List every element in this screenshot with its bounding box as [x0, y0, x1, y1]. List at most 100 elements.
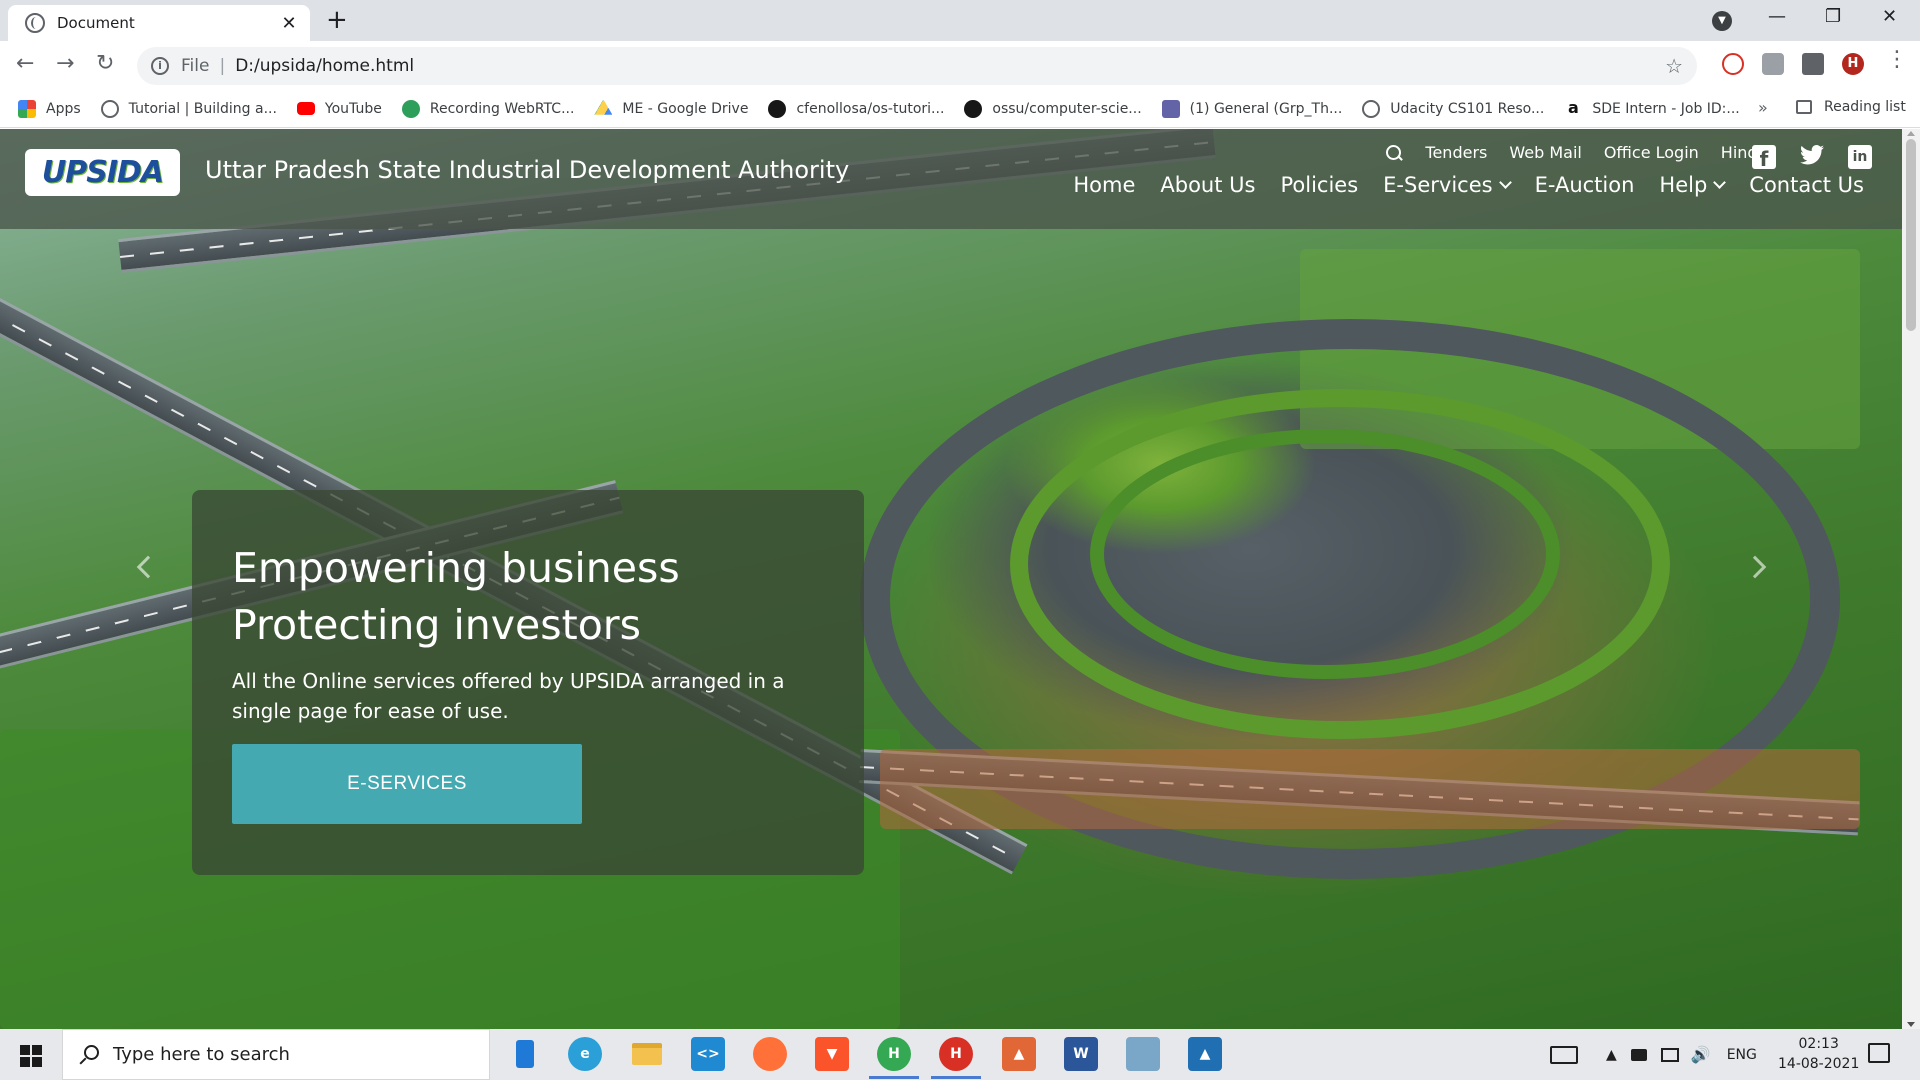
scrollbar-thumb[interactable]: [1906, 139, 1916, 331]
bookmark-tutorial[interactable]: Tutorial | Building a...: [100, 99, 277, 118]
facebook-icon[interactable]: f: [1752, 145, 1776, 171]
network-icon[interactable]: [1660, 1047, 1679, 1062]
web-mail-link[interactable]: Web Mail: [1509, 143, 1581, 162]
minimize-icon[interactable]: —: [1768, 6, 1786, 27]
info-icon[interactable]: i: [151, 57, 169, 75]
taskbar-search[interactable]: Type here to search: [62, 1029, 490, 1080]
bookmark-github-ossu[interactable]: ossu/computer-scie...: [964, 99, 1142, 118]
file-icon[interactable]: [508, 1037, 542, 1071]
close-window-icon[interactable]: ✕: [1882, 6, 1897, 27]
bookmark-webrtc[interactable]: Recording WebRTC...: [401, 99, 575, 118]
taskbar-clock[interactable]: 02:13 14-08-2021: [1778, 1034, 1859, 1074]
close-tab-icon[interactable]: ✕: [278, 13, 300, 34]
e-services-button[interactable]: E-SERVICES: [232, 744, 582, 824]
tab-title: Document: [57, 14, 135, 32]
camera-extension-icon[interactable]: [1762, 53, 1784, 75]
reading-list-icon: [1796, 100, 1812, 114]
bookmark-udacity[interactable]: Udacity CS101 Reso...: [1362, 99, 1544, 118]
firefox-icon[interactable]: [753, 1037, 787, 1071]
page-scrollbar[interactable]: [1902, 129, 1920, 1029]
github-icon: [964, 99, 983, 118]
reading-list-button[interactable]: Reading list: [1796, 99, 1906, 115]
page-viewport: UPSIDA Uttar Pradesh State Industrial De…: [0, 129, 1902, 1029]
nav-label: About Us: [1160, 173, 1256, 197]
volume-icon[interactable]: 🔊: [1691, 1045, 1711, 1064]
back-icon[interactable]: ←: [16, 51, 34, 76]
bookmark-amazon[interactable]: a SDE Intern - Job ID:...: [1564, 99, 1740, 118]
tenders-link[interactable]: Tenders: [1425, 143, 1487, 162]
windows-taskbar: Type here to search e <> ▼ H H ▲ W ▲ ▲ 🔊…: [0, 1029, 1920, 1080]
bookmark-label: cfenollosa/os-tutori...: [796, 100, 945, 117]
nav-e-auction[interactable]: E-Auction: [1535, 173, 1635, 197]
record-extension-icon[interactable]: [1722, 53, 1744, 75]
extensions-puzzle-icon[interactable]: [1802, 53, 1824, 75]
file-explorer-icon[interactable]: [630, 1037, 664, 1071]
bookmark-apps[interactable]: Apps: [18, 99, 81, 118]
language-indicator[interactable]: ENG: [1727, 1047, 1757, 1063]
notepad-icon[interactable]: [1126, 1037, 1160, 1071]
chrome-h-active-icon[interactable]: H: [931, 1037, 981, 1079]
linkedin-icon[interactable]: in: [1848, 145, 1872, 169]
bookmark-youtube[interactable]: YouTube: [296, 101, 382, 117]
battery-icon[interactable]: [1630, 1048, 1647, 1061]
bookmark-star-icon[interactable]: ☆: [1665, 54, 1683, 78]
apps-grid-icon: [18, 99, 36, 118]
photos-icon[interactable]: ▲: [1188, 1037, 1222, 1071]
bookmark-label: (1) General (Grp_Th...: [1189, 100, 1343, 117]
restore-icon[interactable]: ❐: [1825, 6, 1841, 27]
brave-icon[interactable]: ▼: [815, 1037, 849, 1071]
upsida-logo[interactable]: UPSIDA: [25, 149, 180, 196]
hero-card: Empowering business Protecting investors…: [192, 490, 864, 875]
teams-icon: [1161, 99, 1180, 118]
menu-kebab-icon[interactable]: ⋮: [1886, 47, 1908, 72]
url-separator: |: [219, 56, 226, 76]
matlab-icon[interactable]: ▲: [1002, 1037, 1036, 1071]
chevron-down-icon: [1498, 176, 1512, 189]
forward-icon[interactable]: →: [56, 51, 74, 76]
scroll-down-icon[interactable]: [1907, 1022, 1915, 1027]
nav-home[interactable]: Home: [1073, 173, 1135, 197]
tab-search-icon[interactable]: ▼: [1712, 11, 1732, 31]
vscode-icon[interactable]: <>: [691, 1037, 725, 1071]
system-tray: ▲ 🔊 ENG: [1550, 1029, 1757, 1080]
chrome-h-icon[interactable]: H: [869, 1037, 919, 1079]
chevron-up-icon[interactable]: ▲: [1606, 1047, 1617, 1063]
nav-label: Contact Us: [1749, 173, 1864, 197]
address-bar[interactable]: i File | D:/upsida/home.html ☆: [137, 47, 1697, 85]
twitter-icon[interactable]: [1800, 145, 1824, 169]
background-loop-ring: [1090, 429, 1560, 679]
profile-avatar[interactable]: H: [1842, 53, 1864, 75]
nav-label: Help: [1659, 173, 1708, 197]
nav-label: E-Auction: [1534, 173, 1635, 197]
bookmark-google-drive[interactable]: ME - Google Drive: [594, 99, 749, 118]
browser-tab[interactable]: Document ✕: [8, 5, 310, 41]
hero-description: All the Online services offered by UPSID…: [232, 669, 785, 723]
notification-icon[interactable]: [1868, 1043, 1890, 1063]
bookmark-teams[interactable]: (1) General (Grp_Th...: [1161, 99, 1343, 118]
nav-e-services[interactable]: E-Services: [1383, 173, 1512, 197]
bookmark-label: Recording WebRTC...: [429, 100, 575, 117]
nav-about-us[interactable]: About Us: [1160, 173, 1255, 197]
github-icon: [768, 99, 787, 118]
more-bookmarks-icon[interactable]: »: [1758, 98, 1768, 117]
nav-help[interactable]: Help: [1659, 173, 1727, 197]
search-icon[interactable]: [1385, 144, 1403, 162]
clock-date: 14-08-2021: [1778, 1056, 1860, 1072]
bookmark-label: Apps: [46, 100, 81, 117]
office-login-link[interactable]: Office Login: [1604, 143, 1699, 162]
reload-icon[interactable]: ↻: [96, 51, 114, 76]
nav-policies[interactable]: Policies: [1280, 173, 1358, 197]
hero-heading-line-2: Protecting investors: [232, 601, 641, 649]
bookmark-label: ME - Google Drive: [622, 100, 749, 117]
new-tab-button[interactable]: +: [326, 7, 348, 33]
url-text[interactable]: D:/upsida/home.html: [235, 56, 414, 76]
bookmark-github-os-tutorial[interactable]: cfenollosa/os-tutori...: [768, 99, 945, 118]
scroll-up-icon[interactable]: [1907, 131, 1915, 136]
nav-label: Policies: [1280, 173, 1359, 197]
word-icon[interactable]: W: [1064, 1037, 1098, 1071]
edge-icon[interactable]: e: [568, 1037, 602, 1071]
nav-contact-us[interactable]: Contact Us: [1749, 173, 1864, 197]
carousel-prev-icon[interactable]: [136, 555, 160, 579]
news-widget-icon[interactable]: [1550, 1045, 1578, 1064]
windows-start-icon[interactable]: [20, 1045, 42, 1067]
